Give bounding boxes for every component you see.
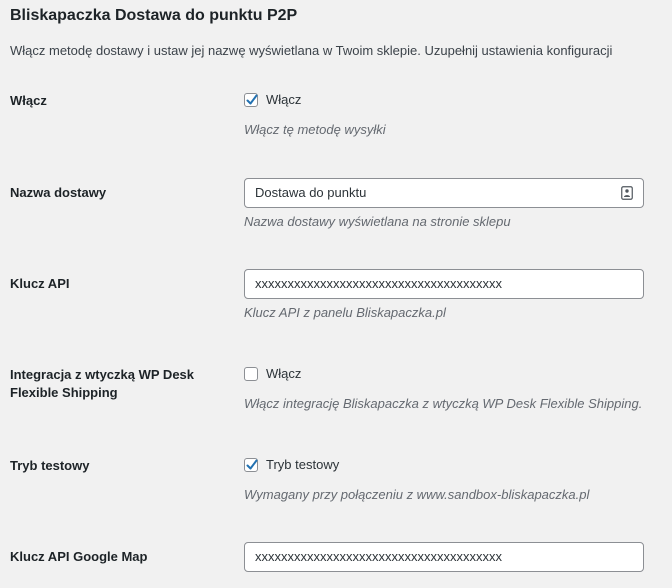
flexible-shipping-checkbox[interactable] <box>244 366 258 381</box>
google-map-key-label: Klucz API Google Map <box>10 549 148 564</box>
api-key-label: Klucz API <box>10 276 70 291</box>
enable-checkbox[interactable] <box>244 92 258 107</box>
api-key-help: Klucz API z panelu Bliskapaczka.pl <box>244 305 446 320</box>
shipping-name-value: Dostawa do punktu <box>255 185 367 200</box>
test-mode-checkbox-label: Tryb testowy <box>266 457 340 472</box>
page-description: Włącz metodę dostawy i ustaw jej nazwę w… <box>10 43 613 58</box>
flexible-shipping-checkbox-label: Włącz <box>266 366 302 381</box>
page-title: Bliskapaczka Dostawa do punktu P2P <box>10 7 298 24</box>
google-map-key-value: xxxxxxxxxxxxxxxxxxxxxxxxxxxxxxxxxxxxxx <box>255 549 502 564</box>
enable-help: Włącz tę metodę wysyłki <box>244 122 386 137</box>
test-mode-label: Tryb testowy <box>10 458 90 473</box>
flexible-shipping-label-line2: Flexible Shipping <box>10 385 118 400</box>
flexible-shipping-label-line1: Integracja z wtyczką WP Desk <box>10 367 195 382</box>
flexible-shipping-help: Włącz integrację Bliskapaczka z wtyczką … <box>244 396 643 411</box>
api-key-input[interactable]: xxxxxxxxxxxxxxxxxxxxxxxxxxxxxxxxxxxxxx <box>244 269 644 299</box>
enable-checkbox-wrap[interactable]: Włącz <box>244 92 301 107</box>
test-mode-help: Wymagany przy połączeniu z www.sandbox-b… <box>244 487 590 502</box>
google-map-key-input[interactable]: xxxxxxxxxxxxxxxxxxxxxxxxxxxxxxxxxxxxxx <box>244 542 644 572</box>
checkmark-icon <box>246 94 258 104</box>
flexible-shipping-checkbox-wrap[interactable]: Włącz <box>244 366 301 381</box>
test-mode-checkbox-wrap[interactable]: Tryb testowy <box>244 457 339 472</box>
checkmark-icon <box>246 459 258 469</box>
enable-checkbox-label: Włącz <box>266 92 302 107</box>
api-key-value: xxxxxxxxxxxxxxxxxxxxxxxxxxxxxxxxxxxxxx <box>255 276 502 291</box>
shipping-name-input[interactable]: Dostawa do punktu <box>244 178 644 208</box>
shipping-name-help: Nazwa dostawy wyświetlana na stronie skl… <box>244 214 511 229</box>
shipping-name-label: Nazwa dostawy <box>10 185 107 200</box>
flexible-shipping-label: Integracja z wtyczką WP Desk Flexible Sh… <box>10 366 194 402</box>
test-mode-checkbox[interactable] <box>244 457 258 472</box>
contact-card-icon[interactable] <box>621 186 633 200</box>
enable-label: Włącz <box>10 93 47 108</box>
